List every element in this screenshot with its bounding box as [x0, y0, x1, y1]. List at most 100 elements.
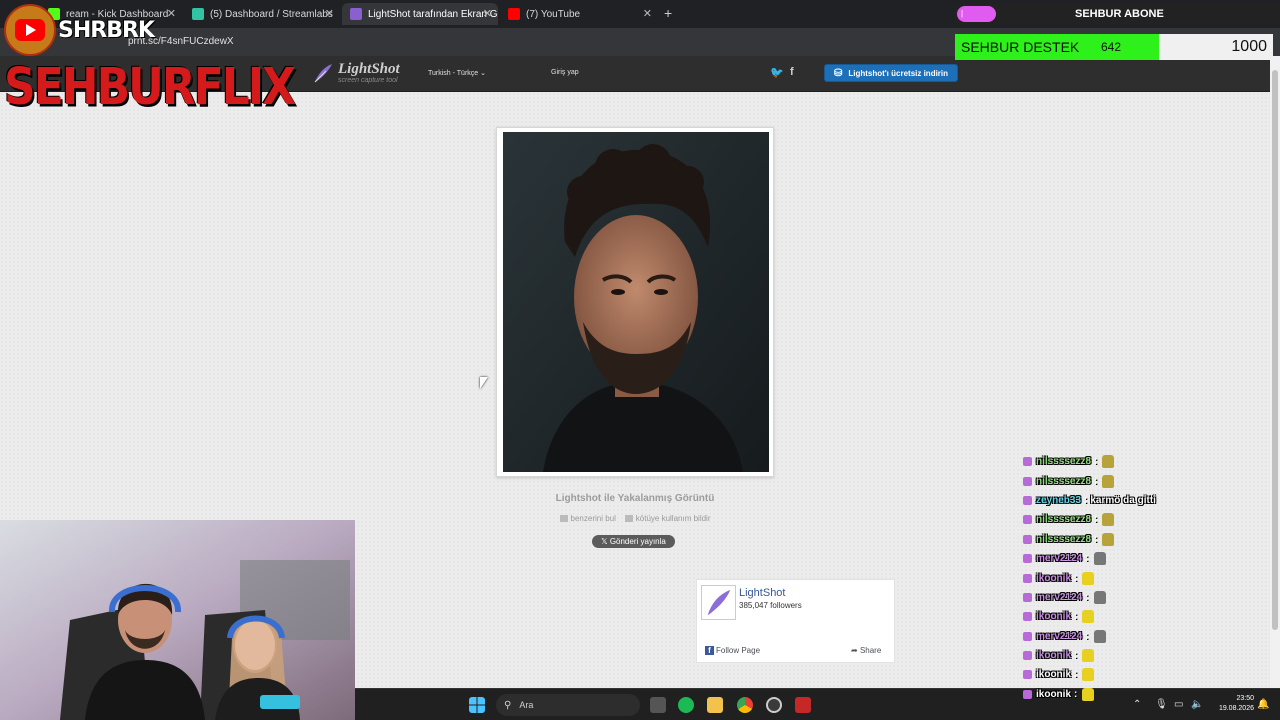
login-link[interactable]: Giriş yap — [551, 69, 579, 76]
feather-icon — [702, 586, 735, 619]
chat-message: ikoonik: — [1020, 665, 1260, 684]
kick-badge-icon — [1023, 554, 1032, 564]
spotify-icon[interactable] — [678, 697, 694, 713]
report-abuse-label: kötüye kullanım bildir — [635, 514, 711, 523]
follow-page-label: Follow Page — [716, 646, 761, 655]
kick-badge-icon — [1023, 534, 1032, 544]
chat-username: nilssssezz8 — [1036, 456, 1092, 468]
windows-start-icon[interactable] — [469, 697, 485, 713]
download-icon: ⛁ — [833, 67, 843, 79]
search-placeholder: Ara — [519, 700, 534, 710]
chat-separator: : — [1074, 688, 1078, 700]
chat-message: ikoonik: — [1020, 685, 1260, 704]
chat-message: nilssssezz8: — [1020, 471, 1260, 490]
chat-username: ikoonik — [1036, 669, 1072, 681]
tab-title: (5) Dashboard / Streamlabs — [210, 8, 333, 20]
chat-overlay: nilssssezz8: nilssssezz8: zeyneb33: karmö d… — [1020, 452, 1260, 704]
facebook-icon[interactable]: f — [790, 66, 794, 78]
kick-badge-icon — [1023, 457, 1032, 467]
kick-badge-icon — [1023, 651, 1032, 661]
find-similar-label: benzerini bul — [570, 514, 616, 523]
chat-username: ikoonik — [1036, 572, 1072, 584]
find-similar-link[interactable]: benzerini bul — [559, 514, 616, 523]
tweet-button[interactable]: 𝕏 Gönderi yayınla — [592, 535, 675, 548]
download-button[interactable]: ⛁ Lightshot'ı ücretsiz indirin — [824, 64, 958, 82]
chat-separator: : — [1074, 669, 1078, 681]
taskbar-search[interactable]: ⚲ Ara — [496, 694, 640, 716]
stream-brand-title: SEHBURFLIX — [4, 58, 296, 117]
report-abuse-link[interactable]: kötüye kullanım bildir — [624, 514, 711, 523]
obs-icon[interactable] — [766, 697, 782, 713]
image-actions: benzerini bul kötüye kullanım bildir — [496, 514, 774, 523]
chat-username: merv2124 — [1036, 630, 1083, 642]
image-caption: Lightshot ile Yakalanmış Görüntü — [555, 493, 715, 504]
close-icon[interactable]: ✕ — [167, 7, 176, 20]
scrollbar-thumb[interactable] — [1272, 70, 1278, 630]
share-button[interactable]: ➦ Share — [851, 646, 881, 655]
file-explorer-icon[interactable] — [707, 697, 723, 713]
chat-message: nilssssezz8: — [1020, 510, 1260, 529]
tab-title: (7) YouTube — [526, 8, 581, 20]
emote-icon — [1082, 668, 1095, 682]
image-icon — [559, 515, 568, 522]
facebook-page-widget: LightShot 385,047 followers f Follow Page… — [696, 579, 895, 663]
close-icon[interactable]: ✕ — [483, 7, 492, 20]
chat-username: merv2124 — [1036, 591, 1083, 603]
emote-icon — [1102, 513, 1115, 527]
emote-icon — [1093, 590, 1106, 604]
tab-streamlabs[interactable]: (5) Dashboard / Streamlabs ✕ — [184, 3, 340, 25]
new-tab-plus-icon[interactable]: + — [664, 5, 672, 21]
chat-message: nilssssezz8: — [1020, 530, 1260, 549]
page-scrollbar[interactable] — [1270, 56, 1280, 688]
tab-lightshot[interactable]: LightShot tarafından Ekran Görü ✕ — [342, 3, 498, 25]
donation-goal-bar: SEHBUR DESTEK 642 1000 — [955, 34, 1273, 60]
facebook-page-name[interactable]: LightShot — [739, 587, 785, 599]
chat-message: ikoonik: — [1020, 646, 1260, 665]
chat-separator: : — [1094, 475, 1098, 487]
emote-icon — [1082, 649, 1095, 663]
close-icon[interactable]: ✕ — [325, 7, 334, 20]
screenshot-image-frame — [496, 127, 774, 477]
logo-subtitle: screen capture tool — [338, 77, 398, 84]
feather-icon — [314, 64, 332, 83]
emote-icon — [1102, 455, 1115, 469]
screenshot-image[interactable] — [503, 132, 769, 472]
facebook-followers: 385,047 followers — [739, 601, 802, 610]
subscriber-goal-label: SEHBUR ABONE — [1075, 8, 1164, 20]
clock-date: 19.08.2026 — [1218, 705, 1254, 712]
kick-badge-icon — [1023, 515, 1032, 525]
tab-youtube[interactable]: (7) YouTube ✕ — [500, 3, 658, 25]
chat-username: merv2124 — [1036, 553, 1083, 565]
chrome-icon[interactable] — [737, 697, 753, 713]
language-select[interactable]: Turkish - Türkçe ⌄ — [428, 69, 486, 77]
chat-separator: : — [1084, 494, 1088, 506]
twitter-icon[interactable]: 🐦 — [770, 66, 784, 79]
kick-badge-icon — [1023, 612, 1032, 622]
channel-badge: SHRBRK — [4, 4, 155, 56]
app-icon[interactable] — [795, 697, 811, 713]
kick-badge-icon — [1023, 631, 1032, 641]
chat-separator: : — [1085, 553, 1089, 565]
flag-icon — [624, 515, 633, 522]
chat-username: ikoonik — [1036, 650, 1072, 662]
chat-separator: : — [1094, 533, 1098, 545]
chat-message: merv2124: — [1020, 588, 1260, 607]
donation-goal-label: SEHBUR DESTEK — [961, 39, 1080, 55]
lightshot-page-avatar[interactable] — [701, 585, 736, 620]
emote-icon — [1082, 571, 1095, 585]
kick-badge-icon — [1023, 573, 1032, 583]
chat-username: nilssssezz8 — [1036, 514, 1092, 526]
kick-badge-icon — [1023, 495, 1032, 505]
chevron-down-icon: ⌄ — [480, 70, 487, 77]
chat-message: merv2124: — [1020, 549, 1260, 568]
follow-page-button[interactable]: f Follow Page — [705, 646, 760, 655]
download-button-label: Lightshot'ı ücretsiz indirin — [848, 68, 949, 78]
task-view-icon[interactable] — [650, 697, 666, 713]
chat-separator: : — [1094, 456, 1098, 468]
chat-separator: : — [1074, 650, 1078, 662]
lightshot-logo[interactable]: LightShot screen capture tool — [312, 62, 400, 84]
share-icon: ➦ — [851, 646, 860, 655]
chat-message: nilssssezz8: — [1020, 452, 1260, 471]
close-icon[interactable]: ✕ — [643, 7, 652, 20]
emote-icon — [1082, 687, 1095, 701]
